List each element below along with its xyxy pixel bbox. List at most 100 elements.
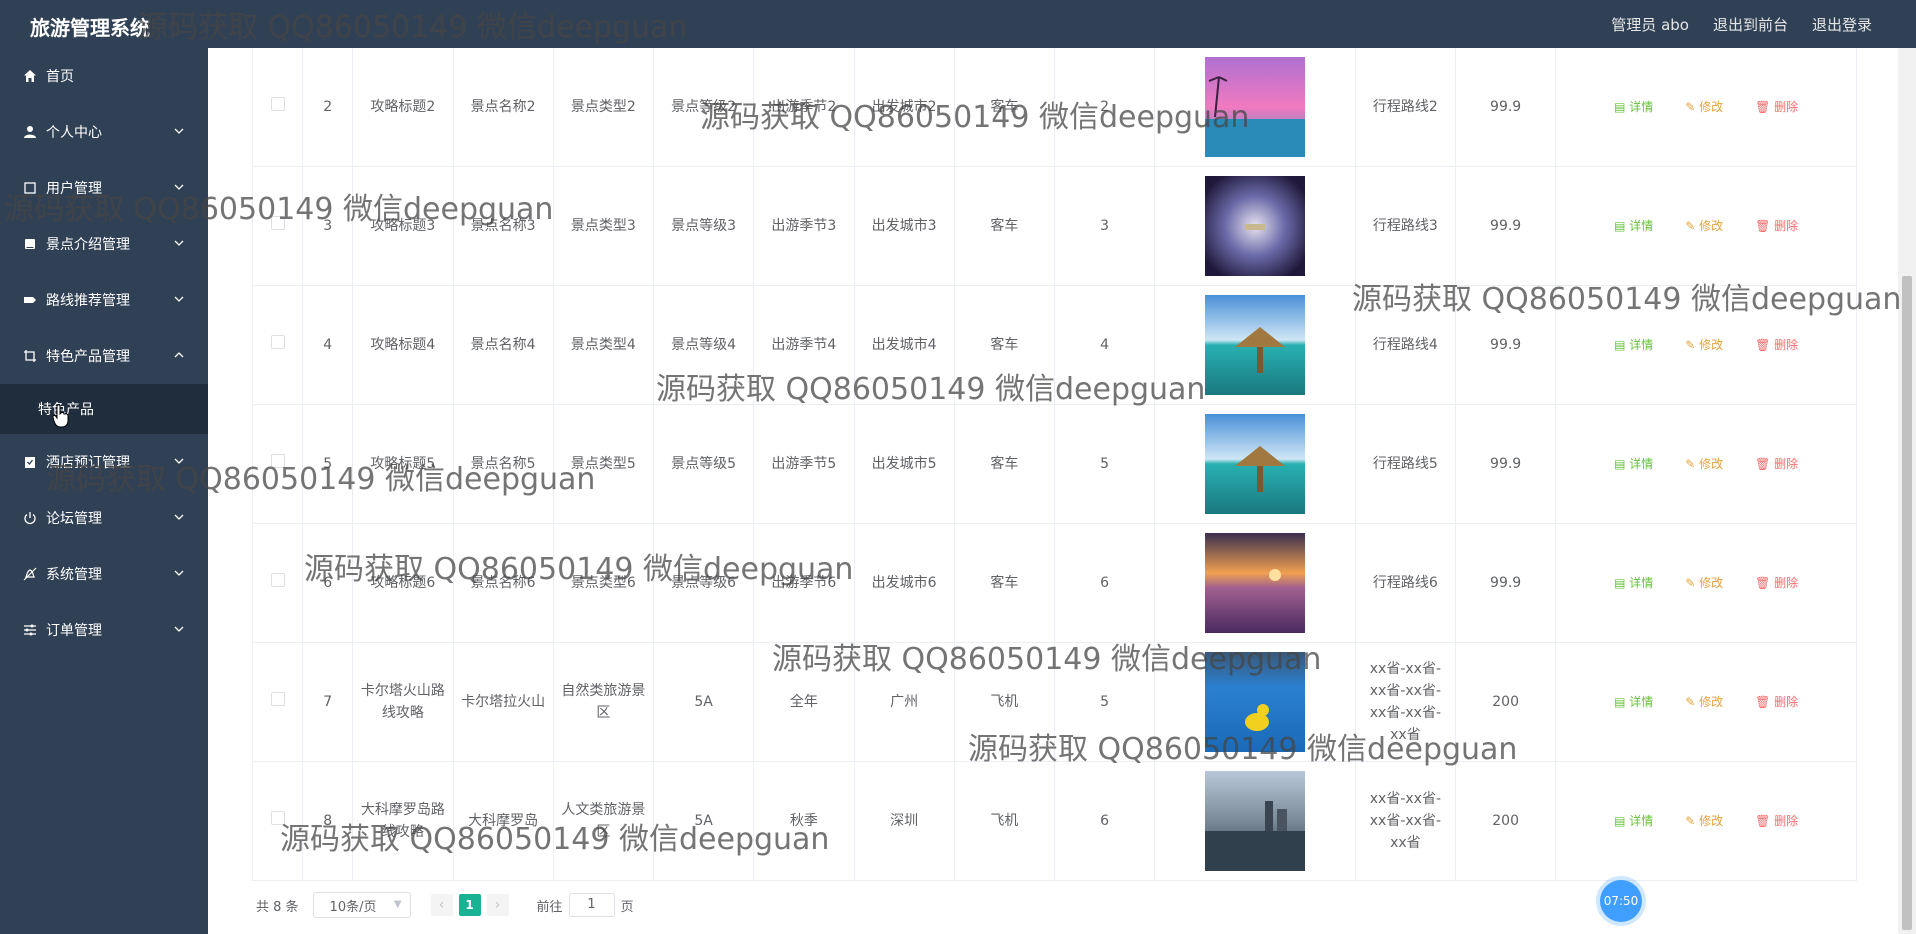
product-image (1161, 175, 1349, 276)
sidebar-item-products[interactable]: 特色产品管理 (0, 328, 208, 384)
chevron-down-icon (174, 570, 184, 576)
row-checkbox[interactable] (270, 691, 285, 706)
delete-button[interactable]: 🗑 删除 (1755, 457, 1798, 471)
cell-level: 景点等级4 (652, 284, 755, 405)
delete-button[interactable]: 🗑 删除 (1755, 814, 1798, 828)
sliders-icon (22, 622, 38, 638)
vertical-scrollbar[interactable] (1898, 48, 1916, 934)
detail-button[interactable]: ▤ 详情 (1614, 457, 1653, 471)
page-number-1[interactable]: 1 (458, 894, 481, 916)
cell-city: 出发城市3 (853, 165, 955, 286)
delete-button[interactable]: 🗑 删除 (1755, 695, 1798, 709)
edit-button[interactable]: ✎ 修改 (1685, 338, 1723, 352)
sidebar-item-home[interactable]: 首页 (0, 48, 208, 104)
cell-id: 7 (302, 641, 354, 762)
sidebar-item-label: 订单管理 (46, 623, 102, 639)
sidebar-item-system[interactable]: 系统管理 (0, 546, 208, 602)
sidebar: 首页 个人中心 用户管理 景点介绍管理 路线推荐管理 特色产品管理 特色产品 酒… (0, 48, 208, 934)
document-icon: ▤ (1614, 813, 1626, 828)
detail-button[interactable]: ▤ 详情 (1614, 695, 1653, 709)
cell-level: 景点等级3 (652, 165, 755, 286)
table-row: 8 大科摩罗岛路线攻略 大科摩罗岛 人文类旅游景区 5A 秋季 深圳 飞机 6 xx省-xx省-x… (251, 760, 1857, 881)
table-row: 4 攻略标题4 景点名称4 景点类型4 景点等级4 出游季节4 出发城市4 客车 4 行程路线4 9… (251, 284, 1857, 405)
sidebar-item-hotels[interactable]: 酒店预订管理 (0, 434, 208, 490)
document-icon: ▤ (1614, 218, 1626, 233)
cell-price: 99.9 (1454, 165, 1557, 286)
cell-spot: 大科摩罗岛 (452, 760, 554, 881)
home-icon (22, 68, 38, 84)
logout-link[interactable]: 退出登录 (1812, 14, 1872, 35)
sidebar-subitem-products[interactable]: 特色产品 (0, 384, 208, 434)
cell-transport: 客车 (953, 403, 1056, 524)
delete-button[interactable]: 🗑 删除 (1755, 338, 1798, 352)
cell-level: 景点等级2 (652, 48, 755, 167)
row-checkbox[interactable] (270, 334, 285, 349)
delete-button[interactable]: 🗑 删除 (1755, 576, 1798, 590)
detail-button[interactable]: ▤ 详情 (1614, 576, 1653, 590)
product-image (1161, 770, 1349, 871)
detail-button[interactable]: ▤ 详情 (1614, 219, 1653, 233)
sidebar-item-orders[interactable]: 订单管理 (0, 602, 208, 658)
cell-city: 出发城市4 (853, 284, 955, 405)
goto-page-input[interactable]: 1 (568, 893, 615, 917)
chevron-down-icon (174, 184, 184, 190)
sidebar-item-users[interactable]: 用户管理 (0, 160, 208, 216)
cell-route: xx省-xx省-xx省-xx省-xx省-xx省-xx省 (1354, 641, 1457, 762)
cell-type: 景点类型4 (552, 284, 655, 405)
sidebar-item-label: 个人中心 (46, 125, 102, 141)
detail-button[interactable]: ▤ 详情 (1614, 814, 1653, 828)
row-checkbox[interactable] (270, 453, 285, 468)
sidebar-item-routes[interactable]: 路线推荐管理 (0, 272, 208, 328)
edit-button[interactable]: ✎ 修改 (1685, 219, 1723, 233)
next-page-button[interactable]: › (486, 894, 509, 916)
prev-page-button[interactable]: ‹ (430, 894, 453, 916)
page-size-value: 10条/页 (329, 899, 377, 915)
row-checkbox[interactable] (270, 572, 285, 587)
cell-spot: 景点名称2 (452, 48, 554, 167)
sidebar-item-label: 系统管理 (46, 567, 102, 583)
row-checkbox-cell (251, 522, 304, 643)
cell-image (1154, 284, 1356, 405)
cell-image (1154, 403, 1356, 524)
detail-button[interactable]: ▤ 详情 (1614, 338, 1653, 352)
cell-season: 出游季节3 (753, 165, 855, 286)
cell-actions: ▤ 详情 ✎ 修改 🗑 删除 (1555, 165, 1857, 286)
trash-icon: 🗑 (1755, 99, 1771, 114)
cell-title: 攻略标题4 (352, 284, 454, 405)
scrollbar-thumb[interactable] (1902, 276, 1912, 930)
trash-icon: 🗑 (1755, 337, 1771, 352)
app-title: 旅游管理系统 (30, 16, 150, 40)
product-image (1161, 651, 1349, 752)
delete-button[interactable]: 🗑 删除 (1755, 100, 1798, 114)
back-to-frontend-link[interactable]: 退出到前台 (1713, 14, 1788, 35)
cell-image (1154, 641, 1356, 762)
row-checkbox[interactable] (270, 810, 285, 825)
cell-days: 6 (1053, 522, 1156, 643)
delete-button[interactable]: 🗑 删除 (1755, 219, 1798, 233)
sidebar-item-profile[interactable]: 个人中心 (0, 104, 208, 160)
trash-icon: 🗑 (1755, 694, 1771, 709)
pencil-icon: ✎ (1685, 337, 1696, 352)
row-checkbox[interactable] (270, 96, 285, 111)
cell-title: 大科摩罗岛路线攻略 (352, 760, 454, 881)
cell-level: 5A (652, 760, 755, 881)
goto-suffix: 页 (620, 899, 634, 915)
chevron-down-icon (174, 626, 184, 632)
cell-price: 99.9 (1454, 403, 1557, 524)
edit-button[interactable]: ✎ 修改 (1685, 814, 1723, 828)
cell-id: 6 (302, 522, 354, 643)
edit-button[interactable]: ✎ 修改 (1685, 457, 1723, 471)
sidebar-item-attractions[interactable]: 景点介绍管理 (0, 216, 208, 272)
page-jump: 前往 1 页 (537, 893, 634, 917)
row-checkbox[interactable] (270, 215, 285, 230)
sidebar-item-forum[interactable]: 论坛管理 (0, 490, 208, 546)
cell-city: 出发城市2 (853, 48, 955, 167)
edit-button[interactable]: ✎ 修改 (1685, 576, 1723, 590)
detail-button[interactable]: ▤ 详情 (1614, 100, 1653, 114)
trash-icon: 🗑 (1755, 218, 1771, 233)
pencil-icon: ✎ (1685, 813, 1696, 828)
edit-button[interactable]: ✎ 修改 (1685, 695, 1723, 709)
page-size-select[interactable]: 10条/页 ▼ (312, 892, 411, 918)
edit-button[interactable]: ✎ 修改 (1685, 100, 1723, 114)
cell-price: 200 (1454, 760, 1557, 881)
